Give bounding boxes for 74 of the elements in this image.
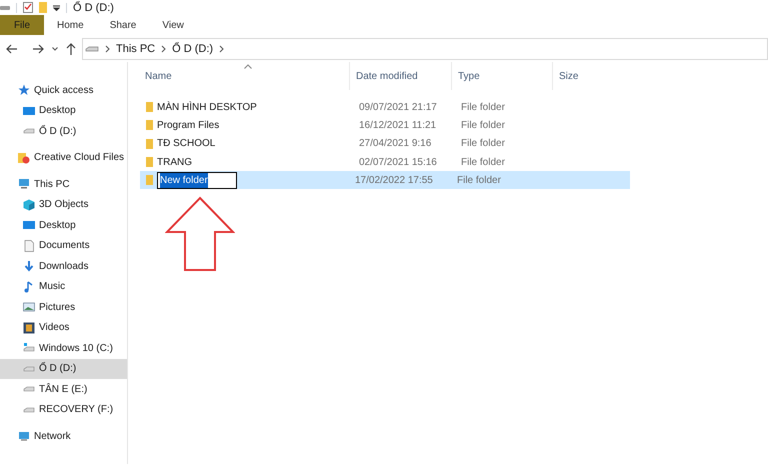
sidebar-item[interactable]: Videos xyxy=(0,318,127,338)
chevron-right-icon[interactable] xyxy=(161,45,166,53)
file-type: File folder xyxy=(457,174,501,188)
sidebar-item[interactable]: Network xyxy=(0,426,127,446)
breadcrumb-item[interactable]: This PC xyxy=(116,40,156,58)
drive-icon[interactable] xyxy=(0,4,10,10)
sidebar-item[interactable]: Quick access xyxy=(0,80,127,100)
rename-field[interactable]: New folder xyxy=(157,172,237,189)
dropdown-icon[interactable] xyxy=(53,4,60,11)
folder-icon xyxy=(146,175,153,186)
file-row[interactable]: TRANG 02/07/2021 15:16 File folder xyxy=(140,152,630,172)
column-header[interactable]: Date modified xyxy=(356,68,418,84)
drive-icon xyxy=(85,46,99,52)
folder-icon xyxy=(146,120,153,130)
folder-icon xyxy=(146,138,153,149)
sidebar-item[interactable]: Ổ D (D:) xyxy=(0,358,127,379)
sidebar-item[interactable]: Documents xyxy=(0,236,127,256)
file-type: File folder xyxy=(461,118,505,133)
date-modified: 27/04/2021 9:16 xyxy=(359,137,432,152)
ribbon-tab[interactable]: Home xyxy=(44,15,97,35)
address-bar[interactable]: This PC Ổ D (D:) xyxy=(82,38,768,60)
picture-icon xyxy=(23,301,35,314)
date-modified: 16/12/2021 11:21 xyxy=(359,118,438,133)
chevron-right-icon[interactable] xyxy=(105,45,110,53)
cube-icon xyxy=(23,198,35,211)
date-modified: 02/07/2021 15:16 xyxy=(359,156,438,170)
file-name: TRANG xyxy=(157,156,193,170)
sidebar-item[interactable]: Music xyxy=(0,276,127,297)
file-name: MÀN HÌNH DESKTOP xyxy=(157,100,258,115)
sidebar-item[interactable]: Desktop xyxy=(0,100,127,121)
sidebar-item[interactable]: Creative Cloud Files xyxy=(0,148,127,168)
sidebar-item[interactable]: Desktop xyxy=(0,215,127,236)
column-header[interactable]: Type xyxy=(458,68,480,84)
sidebar-item[interactable]: RECOVERY (F:) xyxy=(0,400,127,420)
sidebar-item[interactable]: This PC xyxy=(0,174,127,194)
file-name: Program Files xyxy=(157,118,220,133)
column-header[interactable]: Size xyxy=(559,68,578,84)
date-modified: 09/07/2021 21:17 xyxy=(359,100,438,115)
file-row[interactable]: Program Files 16/12/2021 11:21 File folder xyxy=(140,116,630,135)
file-type: File folder xyxy=(461,156,505,170)
file-type: File folder xyxy=(461,100,505,115)
star-icon xyxy=(18,84,30,96)
window-title: Ổ D (D:) xyxy=(73,0,114,14)
forward-icon[interactable] xyxy=(32,44,44,54)
chevron-down-icon[interactable] xyxy=(52,47,58,51)
folder-icon xyxy=(146,157,153,168)
sidebar-item[interactable]: Ổ D (D:) xyxy=(0,121,127,142)
document-icon xyxy=(23,240,35,252)
pc-icon xyxy=(18,178,30,190)
file-name: TĐ SCHOOL xyxy=(157,137,216,152)
up-icon[interactable] xyxy=(66,43,76,55)
file-row[interactable]: TĐ SCHOOL 27/04/2021 9:16 File folder xyxy=(140,134,630,153)
sidebar-item[interactable]: Downloads xyxy=(0,256,127,276)
sidebar-item[interactable]: Windows 10 (C:) xyxy=(0,338,127,358)
file-row[interactable]: New folder 17/02/2022 17:55 File folder xyxy=(140,171,630,190)
file-menu-button[interactable]: File xyxy=(0,15,44,35)
breadcrumb-item[interactable]: Ổ D (D:) xyxy=(172,40,214,58)
file-row[interactable]: MÀN HÌNH DESKTOP 09/07/2021 21:17 File folder xyxy=(140,98,630,116)
back-icon[interactable] xyxy=(6,44,18,54)
date-modified: 17/02/2022 17:55 xyxy=(355,174,434,188)
ribbon-tab[interactable]: Share xyxy=(96,15,150,35)
download-icon xyxy=(23,260,35,272)
desktop-icon xyxy=(23,104,35,117)
chevron-right-icon[interactable] xyxy=(219,45,224,53)
ribbon-tab[interactable]: View xyxy=(149,15,197,35)
desktop-icon xyxy=(23,219,35,232)
folder-icon xyxy=(146,102,153,112)
file-type: File folder xyxy=(461,137,505,152)
music-icon xyxy=(23,280,35,293)
column-header[interactable]: Name xyxy=(145,68,172,84)
sidebar-item[interactable]: TÂN E (E:) xyxy=(0,379,127,400)
checklist-icon[interactable] xyxy=(23,2,33,13)
sidebar-item[interactable]: Pictures xyxy=(0,297,127,318)
sidebar-item[interactable]: 3D Objects xyxy=(0,194,127,215)
